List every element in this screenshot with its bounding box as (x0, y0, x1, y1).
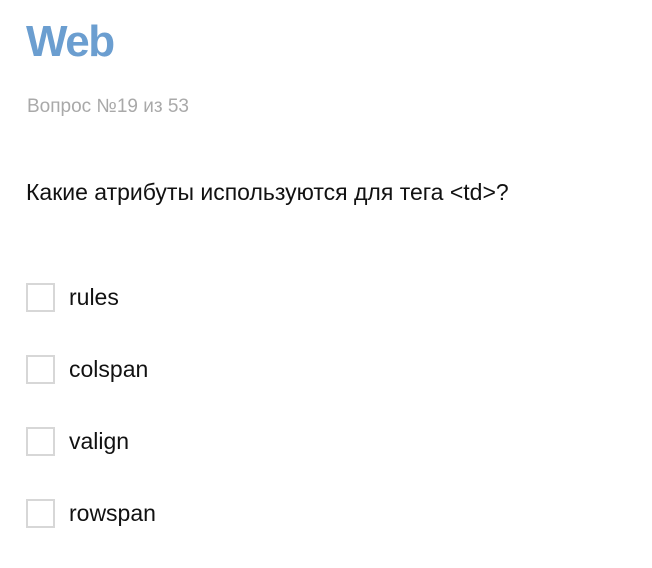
answer-options: rules colspan valign rowspan (26, 280, 156, 568)
answer-label: valign (69, 428, 130, 454)
answer-option-rules[interactable]: rules (26, 280, 156, 314)
answer-option-valign[interactable]: valign (26, 424, 156, 458)
question-counter: Вопрос №19 из 53 (27, 96, 189, 117)
checkbox[interactable] (26, 498, 55, 528)
answer-label: rowspan (69, 500, 156, 526)
answer-option-colspan[interactable]: colspan (26, 352, 156, 386)
checkbox[interactable] (26, 354, 55, 384)
quiz-title: Web (26, 17, 115, 66)
answer-label: colspan (69, 356, 149, 382)
checkbox[interactable] (26, 426, 55, 456)
checkbox[interactable] (26, 282, 55, 312)
question-text: Какие атрибуты используются для тега <td… (26, 179, 509, 205)
answer-option-rowspan[interactable]: rowspan (26, 496, 156, 530)
quiz-page: Web Вопрос №19 из 53 Какие атрибуты испо… (26, 0, 652, 560)
answer-label: rules (69, 284, 119, 310)
